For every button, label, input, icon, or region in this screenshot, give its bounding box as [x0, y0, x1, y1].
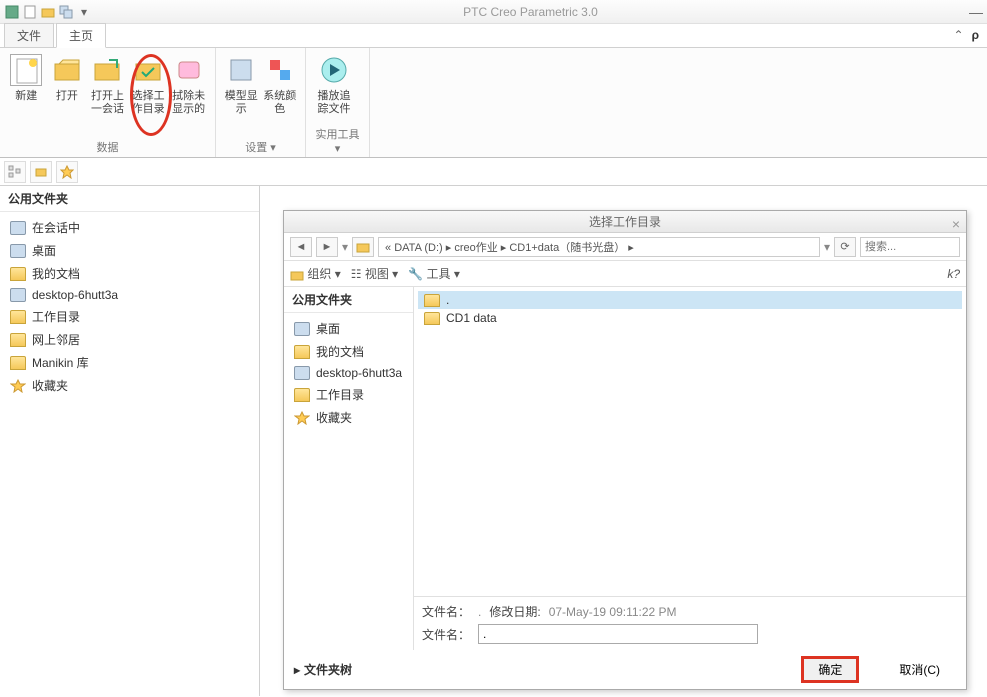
- tab-home[interactable]: 主页: [56, 23, 106, 48]
- folder-icon: [10, 267, 26, 281]
- star-icon: [10, 379, 26, 393]
- file-list: . CD1 data: [414, 287, 966, 596]
- sidebar-item-computer[interactable]: desktop-6hutt3a: [0, 285, 259, 305]
- folder-icon: [10, 356, 26, 370]
- dialog-sidebar-desktop[interactable]: 桌面: [284, 317, 413, 340]
- sidebar-header: 公用文件夹: [0, 186, 259, 212]
- open-last-icon: [91, 54, 123, 86]
- sidebar-item-session[interactable]: 在会话中: [0, 216, 259, 239]
- sidebar-item-workdir[interactable]: 工作目录: [0, 305, 259, 328]
- qat-windows-icon[interactable]: [58, 4, 74, 20]
- dialog-button-bar: ▸ 文件夹树 确定 取消(C): [284, 650, 966, 689]
- group-data-label: 数据: [6, 137, 209, 155]
- folder-tree-toggle[interactable]: ▸ 文件夹树: [294, 661, 352, 678]
- ribbon-tabs: 文件 主页 ⌃ ρ: [0, 24, 987, 48]
- folder-icon: [10, 310, 26, 324]
- nav-folder-icon[interactable]: [352, 237, 374, 257]
- view-menu[interactable]: ☷ 视图 ▾: [351, 265, 398, 282]
- sys-color-icon: [264, 54, 296, 86]
- new-button[interactable]: 新建: [6, 52, 47, 137]
- ribbon: 新建 打开 打开上一会话 选择工作目录 拭除未显示的 数据: [0, 48, 987, 158]
- sidebar-item-manikin[interactable]: Manikin 库: [0, 351, 259, 374]
- cancel-button[interactable]: 取消(C): [883, 656, 956, 683]
- monitor-icon: [10, 221, 26, 235]
- sys-color-button[interactable]: 系统颜色: [261, 52, 300, 137]
- dialog-content: . CD1 data 文件名： . 修改日期: 07-May-19 09:11:…: [414, 287, 966, 650]
- tools-menu[interactable]: 🔧 工具 ▾: [408, 265, 460, 282]
- computer-icon: [10, 288, 26, 302]
- open-icon: [51, 54, 83, 86]
- desktop-icon: [10, 244, 26, 258]
- sidebar-item-network[interactable]: 网上邻居: [0, 328, 259, 351]
- star-icon: [294, 411, 310, 425]
- nav-forward-button[interactable]: ►: [316, 237, 338, 257]
- search-icon[interactable]: ρ: [972, 28, 979, 42]
- help-dropdown-icon[interactable]: ⌃: [954, 28, 964, 42]
- model-display-button[interactable]: 模型显示: [222, 52, 261, 137]
- tab-file[interactable]: 文件: [4, 23, 54, 47]
- erase-button[interactable]: 拭除未显示的: [168, 52, 209, 137]
- desktop-icon: [294, 322, 310, 336]
- folder-icon: [424, 294, 440, 307]
- folder-icon: [294, 388, 310, 402]
- network-icon: [10, 333, 26, 347]
- play-trail-icon: [318, 54, 350, 86]
- filename-input[interactable]: [478, 624, 758, 644]
- model-display-icon: [225, 54, 257, 86]
- dialog-sidebar-documents[interactable]: 我的文档: [284, 340, 413, 363]
- dialog-sidebar-computer[interactable]: desktop-6hutt3a: [284, 363, 413, 383]
- dialog-title: 选择工作目录 ×: [284, 211, 966, 233]
- filename-display-label: 文件名：: [422, 603, 470, 620]
- dialog-sidebar-workdir[interactable]: 工作目录: [284, 383, 413, 406]
- tree-view-icon[interactable]: [4, 161, 26, 183]
- dialog-sidebar-header: 公用文件夹: [284, 287, 413, 313]
- qat-new-icon[interactable]: [22, 4, 38, 20]
- select-wd-icon: [132, 54, 164, 86]
- group-settings-label: 设置 ▾: [222, 137, 299, 155]
- folder-icon: [294, 345, 310, 359]
- moddate-label: 修改日期:: [489, 603, 540, 620]
- folder-tree-icon[interactable]: [30, 161, 52, 183]
- ok-button[interactable]: 确定: [801, 656, 859, 683]
- help-pointer-icon[interactable]: k?: [947, 267, 960, 281]
- qat-dropdown-icon[interactable]: ▾: [76, 4, 92, 20]
- select-wd-button[interactable]: 选择工作目录: [128, 52, 169, 137]
- mini-toolbar: [0, 158, 987, 186]
- nav-refresh-button[interactable]: ⟳: [834, 237, 856, 257]
- organize-menu[interactable]: 组织 ▾: [290, 265, 341, 282]
- qat-open-icon[interactable]: [40, 4, 56, 20]
- select-wd-dialog: 选择工作目录 × ◄ ► ▾ « DATA (D:) ▸ creo作业 ▸ CD…: [283, 210, 967, 690]
- dialog-toolbar: 组织 ▾ ☷ 视图 ▾ 🔧 工具 ▾ k?: [284, 261, 966, 287]
- qat-save-icon[interactable]: [4, 4, 20, 20]
- new-icon: [10, 54, 42, 86]
- sidebar-item-documents[interactable]: 我的文档: [0, 262, 259, 285]
- breadcrumb[interactable]: « DATA (D:) ▸ creo作业 ▸ CD1+data（随书光盘） ▸: [378, 237, 820, 257]
- file-item-current[interactable]: .: [418, 291, 962, 309]
- play-trail-button[interactable]: 播放追踪文件: [312, 52, 356, 124]
- open-button[interactable]: 打开: [47, 52, 88, 137]
- file-item-cd1data[interactable]: CD1 data: [418, 309, 962, 327]
- sidebar: 公用文件夹 在会话中 桌面 我的文档 desktop-6hutt3a 工作目录 …: [0, 186, 260, 696]
- sidebar-item-desktop[interactable]: 桌面: [0, 239, 259, 262]
- folder-icon: [424, 312, 440, 325]
- dialog-sidebar: 公用文件夹 桌面 我的文档 desktop-6hutt3a 工作目录 收藏夹: [284, 287, 414, 650]
- sidebar-folder-list: 在会话中 桌面 我的文档 desktop-6hutt3a 工作目录 网上邻居 M…: [0, 212, 259, 401]
- dialog-footer: 文件名： . 修改日期: 07-May-19 09:11:22 PM 文件名：: [414, 596, 966, 650]
- dialog-sidebar-favorites[interactable]: 收藏夹: [284, 406, 413, 429]
- close-icon[interactable]: ×: [952, 213, 960, 235]
- dialog-nav: ◄ ► ▾ « DATA (D:) ▸ creo作业 ▸ CD1+data（随书…: [284, 233, 966, 261]
- search-input[interactable]: [860, 237, 960, 257]
- open-last-button[interactable]: 打开上一会话: [87, 52, 128, 137]
- title-bar: ▾ PTC Creo Parametric 3.0 —: [0, 0, 987, 24]
- moddate-value: 07-May-19 09:11:22 PM: [549, 605, 677, 619]
- group-util-label: 实用工具 ▾: [312, 124, 363, 155]
- computer-icon: [294, 366, 310, 380]
- erase-icon: [173, 54, 205, 86]
- app-title: PTC Creo Parametric 3.0: [92, 5, 969, 19]
- minimize-icon[interactable]: —: [969, 4, 983, 20]
- sidebar-item-favorites[interactable]: 收藏夹: [0, 374, 259, 397]
- nav-back-button[interactable]: ◄: [290, 237, 312, 257]
- favorites-icon[interactable]: [56, 161, 78, 183]
